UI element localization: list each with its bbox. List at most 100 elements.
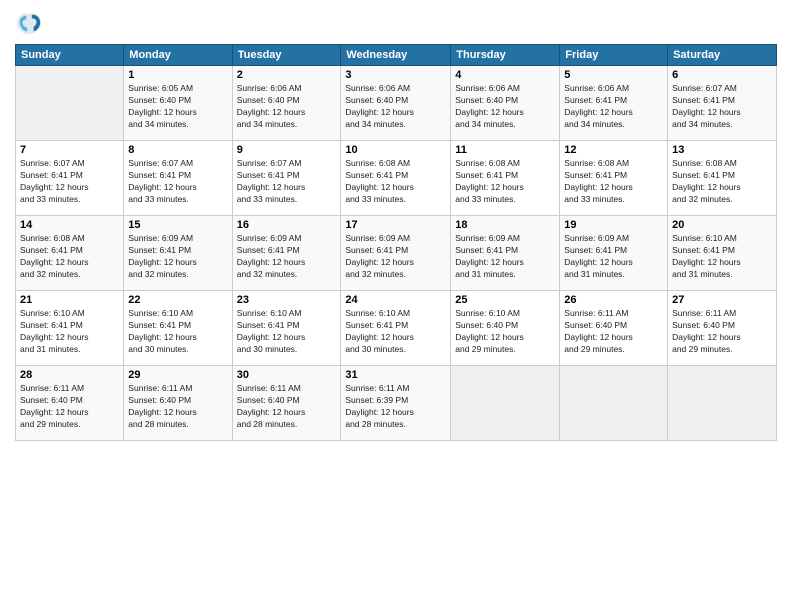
day-number: 25 — [455, 294, 555, 306]
day-number: 28 — [20, 369, 119, 381]
calendar-cell: 16 Sunrise: 6:09 AM Sunset: 6:41 PM Dayli… — [232, 216, 341, 291]
calendar-cell: 17Sunrise: 6:09 AM Sunset: 6:41 PM Dayli… — [341, 216, 451, 291]
calendar-cell: 1 Sunrise: 6:05 AM Sunset: 6:40 PM Daylig… — [124, 66, 232, 141]
day-number: 2 — [237, 69, 337, 81]
cell-text: Sunrise: 6:08 AM Sunset: 6:41 PM Dayligh… — [672, 158, 772, 206]
day-number: 9 — [237, 144, 337, 156]
day-number: 15 — [128, 219, 227, 231]
day-number: 23 — [237, 294, 337, 306]
calendar-cell: 28 Sunrise: 6:11 AM Sunset: 6:40 PM Dayli… — [16, 366, 124, 441]
week-row-4: 28 Sunrise: 6:11 AM Sunset: 6:40 PM Dayli… — [16, 366, 777, 441]
day-number: 13 — [672, 144, 772, 156]
cell-text: Sunrise: 6:06 AM Sunset: 6:40 PM Dayligh… — [455, 83, 555, 131]
day-number: 12 — [564, 144, 663, 156]
cell-text: Sunrise: 6:10 AM Sunset: 6:41 PM Dayligh… — [672, 233, 772, 281]
cell-text: Sunrise: 6:06 AM Sunset: 6:40 PM Dayligh… — [237, 83, 337, 131]
calendar-cell: 29 Sunrise: 6:11 AM Sunset: 6:40 PM Dayli… — [124, 366, 232, 441]
week-row-3: 21 Sunrise: 6:10 AM Sunset: 6:41 PM Dayli… — [16, 291, 777, 366]
cell-text: Sunrise: 6:11 AM Sunset: 6:40 PM Dayligh… — [564, 308, 663, 356]
day-number: 20 — [672, 219, 772, 231]
page: SundayMondayTuesdayWednesdayThursdayFrid… — [0, 0, 792, 612]
calendar-cell: 20 Sunrise: 6:10 AM Sunset: 6:41 PM Dayli… — [668, 216, 777, 291]
calendar-cell: 4 Sunrise: 6:06 AM Sunset: 6:40 PM Daylig… — [451, 66, 560, 141]
cell-text: Sunrise: 6:07 AM Sunset: 6:41 PM Dayligh… — [672, 83, 772, 131]
calendar-cell: 31 Sunrise: 6:11 AM Sunset: 6:39 PM Dayli… — [341, 366, 451, 441]
week-row-1: 7 Sunrise: 6:07 AM Sunset: 6:41 PM Daylig… — [16, 141, 777, 216]
header — [15, 10, 777, 38]
calendar-cell: 14 Sunrise: 6:08 AM Sunset: 6:41 PM Dayli… — [16, 216, 124, 291]
cell-text: Sunrise: 6:11 AM Sunset: 6:40 PM Dayligh… — [237, 383, 337, 431]
day-number: 6 — [672, 69, 772, 81]
day-number: 5 — [564, 69, 663, 81]
day-number: 27 — [672, 294, 772, 306]
header-cell-monday: Monday — [124, 45, 232, 66]
calendar-cell: 26 Sunrise: 6:11 AM Sunset: 6:40 PM Dayli… — [560, 291, 668, 366]
cell-text: Sunrise: 6:11 AM Sunset: 6:40 PM Dayligh… — [672, 308, 772, 356]
cell-text: Sunrise: 6:06 AM Sunset: 6:40 PM Dayligh… — [345, 83, 446, 131]
day-number: 4 — [455, 69, 555, 81]
day-number: 24 — [345, 294, 446, 306]
calendar-cell — [668, 366, 777, 441]
calendar-cell: 24 Sunrise: 6:10 AM Sunset: 6:41 PM Dayli… — [341, 291, 451, 366]
cell-text: Sunrise: 6:08 AM Sunset: 6:41 PM Dayligh… — [455, 158, 555, 206]
calendar-cell: 8Sunrise: 6:07 AM Sunset: 6:41 PM Daylig… — [124, 141, 232, 216]
cell-text: Sunrise: 6:10 AM Sunset: 6:41 PM Dayligh… — [345, 308, 446, 356]
header-cell-wednesday: Wednesday — [341, 45, 451, 66]
cell-text: Sunrise: 6:11 AM Sunset: 6:39 PM Dayligh… — [345, 383, 446, 431]
cell-text: Sunrise: 6:11 AM Sunset: 6:40 PM Dayligh… — [128, 383, 227, 431]
cell-text: Sunrise: 6:09 AM Sunset: 6:41 PM Dayligh… — [345, 233, 446, 281]
calendar-cell: 5 Sunrise: 6:06 AM Sunset: 6:41 PM Daylig… — [560, 66, 668, 141]
day-number: 16 — [237, 219, 337, 231]
week-row-0: 1 Sunrise: 6:05 AM Sunset: 6:40 PM Daylig… — [16, 66, 777, 141]
cell-text: Sunrise: 6:09 AM Sunset: 6:41 PM Dayligh… — [237, 233, 337, 281]
day-number: 10 — [345, 144, 446, 156]
cell-text: Sunrise: 6:10 AM Sunset: 6:41 PM Dayligh… — [128, 308, 227, 356]
calendar-cell — [560, 366, 668, 441]
header-cell-sunday: Sunday — [16, 45, 124, 66]
week-row-2: 14 Sunrise: 6:08 AM Sunset: 6:41 PM Dayli… — [16, 216, 777, 291]
cell-text: Sunrise: 6:11 AM Sunset: 6:40 PM Dayligh… — [20, 383, 119, 431]
cell-text: Sunrise: 6:10 AM Sunset: 6:40 PM Dayligh… — [455, 308, 555, 356]
calendar-cell: 2 Sunrise: 6:06 AM Sunset: 6:40 PM Daylig… — [232, 66, 341, 141]
cell-text: Sunrise: 6:07 AM Sunset: 6:41 PM Dayligh… — [237, 158, 337, 206]
day-number: 29 — [128, 369, 227, 381]
header-cell-tuesday: Tuesday — [232, 45, 341, 66]
header-row: SundayMondayTuesdayWednesdayThursdayFrid… — [16, 45, 777, 66]
calendar-cell: 21 Sunrise: 6:10 AM Sunset: 6:41 PM Dayli… — [16, 291, 124, 366]
day-number: 31 — [345, 369, 446, 381]
cell-text: Sunrise: 6:06 AM Sunset: 6:41 PM Dayligh… — [564, 83, 663, 131]
header-cell-friday: Friday — [560, 45, 668, 66]
cell-text: Sunrise: 6:09 AM Sunset: 6:41 PM Dayligh… — [128, 233, 227, 281]
calendar-cell: 6 Sunrise: 6:07 AM Sunset: 6:41 PM Daylig… — [668, 66, 777, 141]
calendar-cell: 25 Sunrise: 6:10 AM Sunset: 6:40 PM Dayli… — [451, 291, 560, 366]
calendar-cell: 7 Sunrise: 6:07 AM Sunset: 6:41 PM Daylig… — [16, 141, 124, 216]
calendar-cell: 22 Sunrise: 6:10 AM Sunset: 6:41 PM Dayli… — [124, 291, 232, 366]
day-number: 11 — [455, 144, 555, 156]
cell-text: Sunrise: 6:08 AM Sunset: 6:41 PM Dayligh… — [20, 233, 119, 281]
calendar-cell: 19 Sunrise: 6:09 AM Sunset: 6:41 PM Dayli… — [560, 216, 668, 291]
calendar-cell: 9 Sunrise: 6:07 AM Sunset: 6:41 PM Daylig… — [232, 141, 341, 216]
cell-text: Sunrise: 6:08 AM Sunset: 6:41 PM Dayligh… — [564, 158, 663, 206]
calendar-cell: 12 Sunrise: 6:08 AM Sunset: 6:41 PM Dayli… — [560, 141, 668, 216]
calendar-cell — [451, 366, 560, 441]
day-number: 26 — [564, 294, 663, 306]
cell-text: Sunrise: 6:07 AM Sunset: 6:41 PM Dayligh… — [128, 158, 227, 206]
calendar-cell: 10 Sunrise: 6:08 AM Sunset: 6:41 PM Dayli… — [341, 141, 451, 216]
cell-text: Sunrise: 6:07 AM Sunset: 6:41 PM Dayligh… — [20, 158, 119, 206]
calendar-cell: 11 Sunrise: 6:08 AM Sunset: 6:41 PM Dayli… — [451, 141, 560, 216]
day-number: 1 — [128, 69, 227, 81]
cell-text: Sunrise: 6:08 AM Sunset: 6:41 PM Dayligh… — [345, 158, 446, 206]
day-number: 3 — [345, 69, 446, 81]
calendar-table: SundayMondayTuesdayWednesdayThursdayFrid… — [15, 44, 777, 441]
cell-text: Sunrise: 6:10 AM Sunset: 6:41 PM Dayligh… — [237, 308, 337, 356]
cell-text: Sunrise: 6:09 AM Sunset: 6:41 PM Dayligh… — [564, 233, 663, 281]
day-number: 7 — [20, 144, 119, 156]
day-number: 22 — [128, 294, 227, 306]
day-number: 19 — [564, 219, 663, 231]
cell-text: Sunrise: 6:10 AM Sunset: 6:41 PM Dayligh… — [20, 308, 119, 356]
cell-text: Sunrise: 6:05 AM Sunset: 6:40 PM Dayligh… — [128, 83, 227, 131]
calendar-cell: 3 Sunrise: 6:06 AM Sunset: 6:40 PM Daylig… — [341, 66, 451, 141]
day-number: 21 — [20, 294, 119, 306]
calendar-cell: 18Sunrise: 6:09 AM Sunset: 6:41 PM Dayli… — [451, 216, 560, 291]
day-number: 14 — [20, 219, 119, 231]
